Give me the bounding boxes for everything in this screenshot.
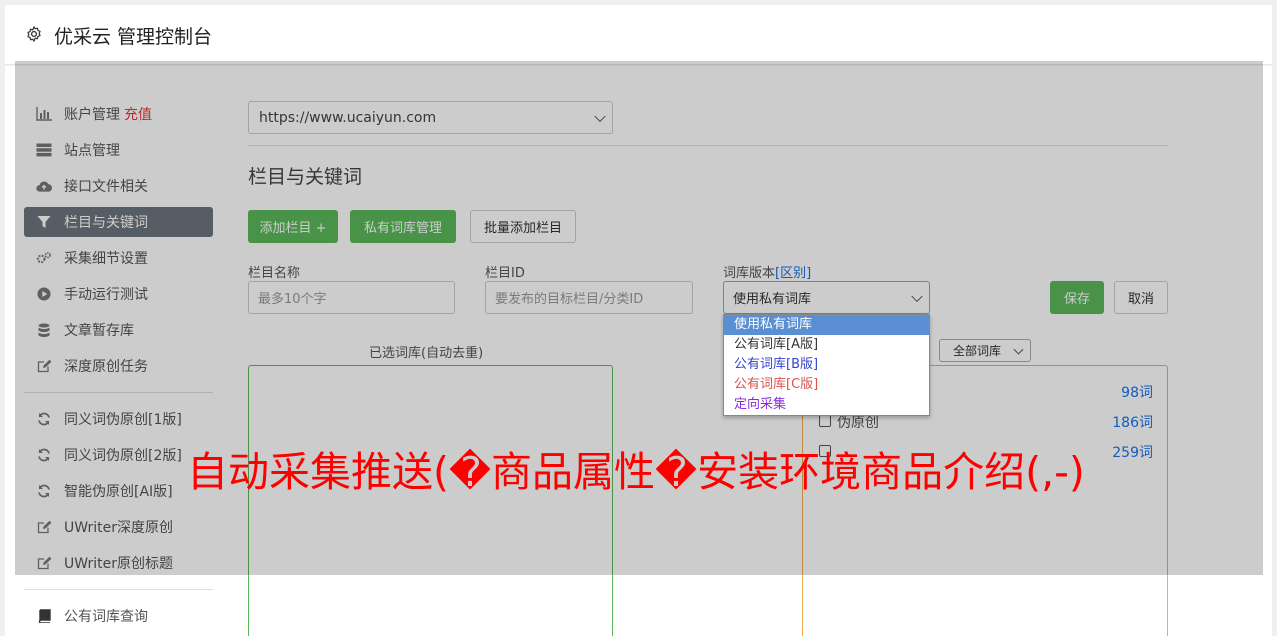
sidebar-item-public-lib-query[interactable]: 公有词库查询: [24, 598, 213, 634]
lib-version-dropdown: 使用私有词库 公有词库[A版] 公有词库[B版] 公有词库[C版] 定向采集: [723, 314, 930, 416]
gear-icon: [27, 26, 41, 42]
book-icon: [36, 608, 52, 624]
app-title: 优采云 管理控制台: [54, 26, 213, 48]
dropdown-option[interactable]: 公有词库[B版]: [724, 355, 929, 375]
page-header: 优采云 管理控制台: [5, 5, 1272, 65]
dropdown-option[interactable]: 使用私有词库: [724, 315, 929, 335]
dropdown-option[interactable]: 公有词库[C版]: [724, 375, 929, 395]
sidebar-item-label: 公有词库查询: [64, 609, 148, 625]
dropdown-option[interactable]: 定向采集: [724, 395, 929, 415]
sidebar-divider: [24, 589, 213, 590]
overlay-caption: 自动采集推送(�商品属性�安装环境商品介绍(,-): [187, 448, 1085, 496]
app-root: 优采云 管理控制台 账户管理 充值 站点管理 接口文件相关 栏目与关键词 采集细…: [0, 0, 1277, 636]
dropdown-option[interactable]: 公有词库[A版]: [724, 335, 929, 355]
